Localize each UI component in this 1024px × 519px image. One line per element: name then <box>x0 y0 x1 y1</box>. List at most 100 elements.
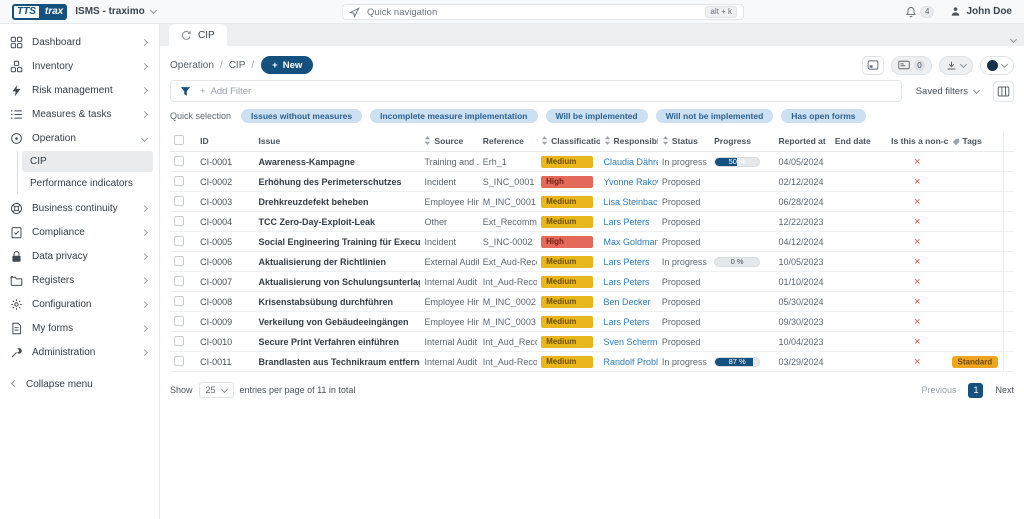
cross-icon[interactable]: × <box>914 276 920 288</box>
column-header-classification[interactable]: Classification <box>537 131 599 152</box>
breadcrumb-item-cip[interactable]: CIP <box>229 60 246 71</box>
cell-issue[interactable]: Drehkreuzdefekt beheben <box>254 192 420 212</box>
table-row[interactable]: CI-0002Erhöhung des PerimeterschutzesInc… <box>170 172 1014 192</box>
quick-selection-chip-will-not-be-implemented[interactable]: Will not be implemented <box>656 109 774 123</box>
page-size-select[interactable]: 25 <box>199 382 234 398</box>
table-row[interactable]: CI-0003Drehkreuzdefekt behebenEmployee H… <box>170 192 1014 212</box>
cross-icon[interactable]: × <box>914 316 920 328</box>
cell-responsible[interactable]: Sven Schermann <box>600 332 658 352</box>
cross-icon[interactable]: × <box>914 216 920 228</box>
cell-issue[interactable]: Aktualisierung der Richtlinien <box>254 252 420 272</box>
column-header-source[interactable]: Source <box>420 131 478 152</box>
sort-icon[interactable] <box>604 136 611 147</box>
cell-issue[interactable]: Secure Print Verfahren einführen <box>254 332 420 352</box>
cross-icon[interactable]: × <box>914 256 920 268</box>
notifications-button[interactable]: 4 <box>905 6 934 18</box>
tab-cip[interactable]: CIP <box>169 24 227 46</box>
sidebar-item-my-forms[interactable]: My forms <box>0 316 159 340</box>
cell-issue[interactable]: Brandlasten aus Technikraum entfernen <box>254 352 420 372</box>
cell-responsible[interactable]: Lars Peters <box>600 272 658 292</box>
cross-icon[interactable]: × <box>914 196 920 208</box>
cell-issue[interactable]: Erhöhung des Perimeterschutzes <box>254 172 420 192</box>
cell-responsible[interactable]: Max Goldmann <box>600 232 658 252</box>
cross-icon[interactable]: × <box>914 176 920 188</box>
cross-icon[interactable]: × <box>914 156 920 168</box>
cell-issue[interactable]: Awareness-Kampagne <box>254 152 420 172</box>
cell-responsible[interactable]: Randolf Proble... <box>600 352 658 372</box>
sidebar-item-measures-tasks[interactable]: Measures & tasks <box>0 102 159 126</box>
sidebar-item-inventory[interactable]: Inventory <box>0 54 159 78</box>
sort-icon[interactable] <box>662 136 669 147</box>
table-row[interactable]: CI-0004TCC Zero-Day-Exploit-LeakOtherExt… <box>170 212 1014 232</box>
user-menu[interactable]: John Doe <box>950 6 1012 17</box>
sidebar-item-performance-indicators[interactable]: Performance indicators <box>22 173 153 194</box>
sidebar-item-risk-management[interactable]: Risk management <box>0 78 159 102</box>
cross-icon[interactable]: × <box>914 356 920 368</box>
previous-page-button[interactable]: Previous <box>921 385 956 395</box>
column-header-responsible[interactable]: Responsible <box>600 131 658 152</box>
new-button[interactable]: + New <box>261 56 313 74</box>
cross-icon[interactable]: × <box>914 236 920 248</box>
table-row[interactable]: CI-0008Krisenstabsübung durchführenEmplo… <box>170 292 1014 312</box>
quick-selection-chip-issues-without-measures[interactable]: Issues without measures <box>241 109 362 123</box>
quick-selection-chip-will-be-implemented[interactable]: Will be implemented <box>546 109 648 123</box>
cell-issue[interactable]: Krisenstabsübung durchführen <box>254 292 420 312</box>
views-button[interactable]: 0 <box>891 56 932 75</box>
app-logo[interactable]: TTS trax <box>12 4 67 20</box>
cell-responsible[interactable]: Ben Decker <box>600 292 658 312</box>
cross-icon[interactable]: × <box>914 336 920 348</box>
cell-issue[interactable]: Verkeilung von Gebäudeeingängen <box>254 312 420 332</box>
sidebar-item-business-continuity[interactable]: Business continuity <box>0 196 159 220</box>
filter-input[interactable]: + Add Filter <box>170 80 902 102</box>
row-checkbox[interactable] <box>174 156 184 166</box>
select-all-checkbox[interactable] <box>174 135 184 145</box>
row-checkbox[interactable] <box>174 236 184 246</box>
sidebar-item-registers[interactable]: Registers <box>0 268 159 292</box>
cell-responsible[interactable]: Lars Peters <box>600 312 658 332</box>
quick-selection-chip-has-open-forms[interactable]: Has open forms <box>781 109 865 123</box>
row-checkbox[interactable] <box>174 336 184 346</box>
column-settings-button[interactable] <box>993 81 1014 102</box>
cell-issue[interactable]: Social Engineering Training für Executiv… <box>254 232 420 252</box>
quick-selection-chip-incomplete-measure-implementation[interactable]: Incomplete measure implementation <box>370 109 537 123</box>
row-checkbox[interactable] <box>174 276 184 286</box>
table-row[interactable]: CI-0010Secure Print Verfahren einführenI… <box>170 332 1014 352</box>
current-page-button[interactable]: 1 <box>968 383 983 398</box>
row-checkbox[interactable] <box>174 356 184 366</box>
next-page-button[interactable]: Next <box>995 385 1014 395</box>
table-row[interactable]: CI-0005Social Engineering Training für E… <box>170 232 1014 252</box>
cell-responsible[interactable]: Lisa Steinbach <box>600 192 658 212</box>
row-checkbox[interactable] <box>174 256 184 266</box>
sidebar-item-administration[interactable]: Administration <box>0 340 159 364</box>
display-mode-button[interactable] <box>980 56 1014 75</box>
cell-responsible[interactable]: Claudia Dähre <box>600 152 658 172</box>
row-checkbox[interactable] <box>174 316 184 326</box>
row-checkbox[interactable] <box>174 216 184 226</box>
column-header-status[interactable]: Status <box>658 131 710 152</box>
table-row[interactable]: CI-0006Aktualisierung der RichtlinienExt… <box>170 252 1014 272</box>
sort-icon[interactable] <box>424 136 431 147</box>
cell-issue[interactable]: Aktualisierung von Schulungsunterlagen <box>254 272 420 292</box>
panel-button[interactable] <box>862 56 884 75</box>
cell-responsible[interactable]: Lars Peters <box>600 252 658 272</box>
table-row[interactable]: CI-0001Awareness-KampagneTraining and ..… <box>170 152 1014 172</box>
cell-responsible[interactable]: Yvonne Rakowski <box>600 172 658 192</box>
table-row[interactable]: CI-0011Brandlasten aus Technikraum entfe… <box>170 352 1014 372</box>
row-checkbox[interactable] <box>174 176 184 186</box>
sidebar-item-data-privacy[interactable]: Data privacy <box>0 244 159 268</box>
workspace-selector[interactable]: ISMS - traximo <box>75 6 155 17</box>
collapse-menu-button[interactable]: Collapse menu <box>0 372 159 396</box>
sidebar-item-compliance[interactable]: Compliance <box>0 220 159 244</box>
saved-filters-button[interactable]: Saved filters <box>910 86 985 97</box>
row-checkbox[interactable] <box>174 196 184 206</box>
cell-issue[interactable]: TCC Zero-Day-Exploit-Leak <box>254 212 420 232</box>
table-row[interactable]: CI-0007Aktualisierung von Schulungsunter… <box>170 272 1014 292</box>
tabs-overflow-chevron[interactable] <box>1011 29 1016 47</box>
sidebar-item-dashboard[interactable]: Dashboard <box>0 30 159 54</box>
row-checkbox[interactable] <box>174 296 184 306</box>
export-button[interactable] <box>939 56 973 75</box>
breadcrumb-item-operation[interactable]: Operation <box>170 60 214 71</box>
sidebar-item-configuration[interactable]: Configuration <box>0 292 159 316</box>
cell-responsible[interactable]: Lars Peters <box>600 212 658 232</box>
quick-navigation-search[interactable]: Quick navigation alt + k <box>342 4 744 20</box>
